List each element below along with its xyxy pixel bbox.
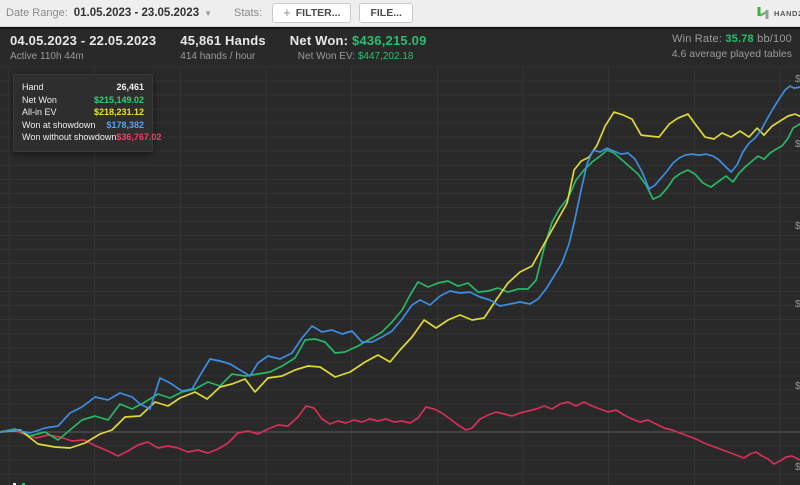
plus-icon: +: [283, 5, 291, 20]
series-line-yellow: [0, 112, 800, 448]
summary-bar: 04.05.2023 - 22.05.2023 Active 110h 44m …: [10, 33, 792, 62]
tooltip-row-label: Net Won: [22, 95, 57, 105]
summary-hands: 45,861 Hands: [180, 33, 266, 48]
date-range-label: Date Range:: [6, 7, 68, 19]
file-button[interactable]: FILE...: [359, 3, 413, 23]
y-axis-label-clipped: $4: [795, 74, 800, 85]
y-axis-label-clipped: $4: [795, 139, 800, 150]
chevron-down-icon: ▼: [204, 9, 212, 18]
filter-button[interactable]: + FILTER...: [272, 3, 351, 23]
net-won-label: Net Won:: [290, 33, 348, 48]
filter-button-label: FILTER...: [296, 7, 341, 19]
logo-h-icon: [756, 6, 770, 20]
chart-panel: $4 $4 $4 $4 $4 $4 04.05.2023 - 22.05.2023 Act…: [0, 27, 800, 485]
y-axis-label-clipped: $4: [795, 381, 800, 392]
tooltip-row-label: Won without showdown: [22, 132, 116, 142]
tooltip-row: Won without showdown$36,767.02: [22, 132, 144, 145]
net-won-ev-value: $447,202.18: [358, 51, 414, 62]
tooltip-row: Won at showdown $178,382: [22, 120, 144, 133]
date-range-control[interactable]: 01.05.2023 - 23.05.2023 ▼: [74, 7, 212, 19]
chart-legend-tooltip: Hand 26,461 Net Won $215,149.02 All-in EV $21…: [13, 74, 153, 152]
date-range-value: 01.05.2023 - 23.05.2023: [74, 7, 199, 19]
net-won-ev-label: Net Won EV:: [298, 51, 355, 62]
net-won-value: $436,215.09: [352, 33, 427, 48]
tooltip-row-label: Hand: [22, 82, 44, 92]
topbar: Date Range: 01.05.2023 - 23.05.2023 ▼ St…: [0, 0, 800, 27]
series-line-red: [0, 402, 800, 464]
win-rate-label: Win Rate:: [672, 33, 722, 45]
tooltip-row: Hand 26,461: [22, 82, 144, 95]
summary-date-span: 04.05.2023 - 22.05.2023: [10, 33, 156, 48]
y-axis-label-clipped: $4: [795, 462, 800, 473]
hand2note-logo: HAND2N: [756, 6, 800, 20]
tooltip-row-label: All-in EV: [22, 107, 57, 117]
summary-hands-per-hour: 414 hands / hour: [180, 51, 266, 62]
tooltip-row-value: $178,382: [106, 120, 144, 130]
y-axis-label-clipped: $4: [795, 221, 800, 232]
tooltip-row: Net Won $215,149.02: [22, 95, 144, 108]
tooltip-row-value: $215,149.02: [94, 95, 144, 105]
tooltip-row-label: Won at showdown: [22, 120, 95, 130]
avg-tables: 4.6 average played tables: [672, 48, 792, 60]
y-axis-label-clipped: $4: [795, 299, 800, 310]
tooltip-row-value: $218,231.12: [94, 107, 144, 117]
tooltip-row: All-in EV $218,231.12: [22, 107, 144, 120]
stats-label: Stats:: [234, 7, 262, 19]
file-button-label: FILE...: [370, 7, 402, 19]
tooltip-row-value: $36,767.02: [116, 132, 161, 142]
win-rate-value: 35.78: [725, 33, 754, 45]
win-rate-unit: bb/100: [757, 33, 792, 45]
tooltip-row-value: 26,461: [116, 82, 144, 92]
summary-active-time: Active 110h 44m: [10, 51, 156, 62]
logo-text: HAND2N: [774, 9, 800, 18]
